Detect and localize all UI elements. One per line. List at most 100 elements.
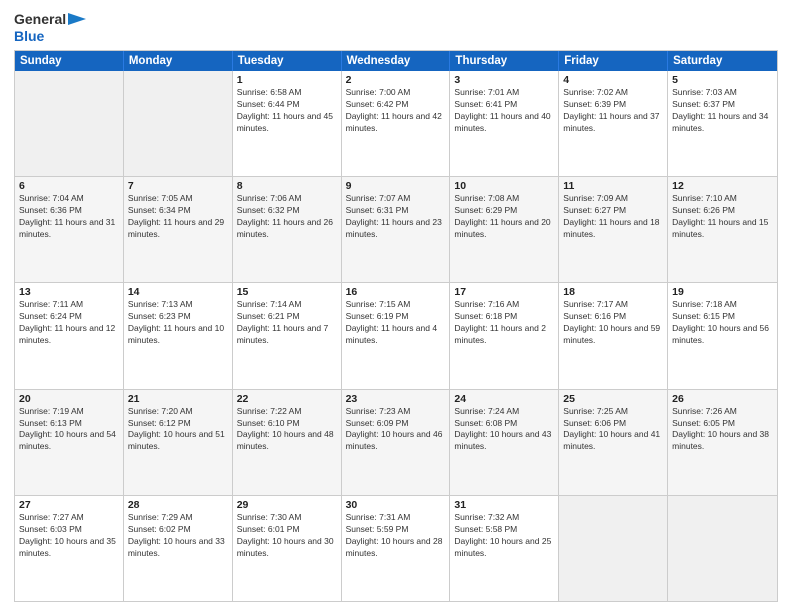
- logo-general-text: General: [14, 11, 66, 27]
- day-cell-24: 24 Sunrise: 7:24 AMSunset: 6:08 PMDaylig…: [450, 390, 559, 495]
- day-cell-25: 25 Sunrise: 7:25 AMSunset: 6:06 PMDaylig…: [559, 390, 668, 495]
- day-info: Sunrise: 7:29 AMSunset: 6:02 PMDaylight:…: [128, 512, 228, 560]
- day-info: Sunrise: 7:08 AMSunset: 6:29 PMDaylight:…: [454, 193, 554, 241]
- day-info: Sunrise: 7:00 AMSunset: 6:42 PMDaylight:…: [346, 87, 446, 135]
- day-cell-22: 22 Sunrise: 7:22 AMSunset: 6:10 PMDaylig…: [233, 390, 342, 495]
- day-cell-10: 10 Sunrise: 7:08 AMSunset: 6:29 PMDaylig…: [450, 177, 559, 282]
- day-info: Sunrise: 7:31 AMSunset: 5:59 PMDaylight:…: [346, 512, 446, 560]
- day-info: Sunrise: 7:13 AMSunset: 6:23 PMDaylight:…: [128, 299, 228, 347]
- day-number: 5: [672, 74, 773, 86]
- empty-cell: [15, 71, 124, 176]
- day-number: 20: [19, 393, 119, 405]
- day-cell-21: 21 Sunrise: 7:20 AMSunset: 6:12 PMDaylig…: [124, 390, 233, 495]
- page: General Blue SundayMondayTuesdayWednesda…: [0, 0, 792, 612]
- logo-blue-text: Blue: [14, 28, 44, 44]
- day-number: 21: [128, 393, 228, 405]
- calendar: SundayMondayTuesdayWednesdayThursdayFrid…: [14, 50, 778, 602]
- day-info: Sunrise: 7:20 AMSunset: 6:12 PMDaylight:…: [128, 406, 228, 454]
- logo: General Blue: [14, 10, 86, 44]
- day-info: Sunrise: 7:25 AMSunset: 6:06 PMDaylight:…: [563, 406, 663, 454]
- day-number: 30: [346, 499, 446, 511]
- day-number: 28: [128, 499, 228, 511]
- day-info: Sunrise: 7:02 AMSunset: 6:39 PMDaylight:…: [563, 87, 663, 135]
- day-cell-8: 8 Sunrise: 7:06 AMSunset: 6:32 PMDayligh…: [233, 177, 342, 282]
- day-cell-7: 7 Sunrise: 7:05 AMSunset: 6:34 PMDayligh…: [124, 177, 233, 282]
- day-number: 19: [672, 286, 773, 298]
- day-cell-16: 16 Sunrise: 7:15 AMSunset: 6:19 PMDaylig…: [342, 283, 451, 388]
- day-cell-28: 28 Sunrise: 7:29 AMSunset: 6:02 PMDaylig…: [124, 496, 233, 601]
- empty-cell: [124, 71, 233, 176]
- day-info: Sunrise: 7:06 AMSunset: 6:32 PMDaylight:…: [237, 193, 337, 241]
- day-cell-17: 17 Sunrise: 7:16 AMSunset: 6:18 PMDaylig…: [450, 283, 559, 388]
- day-info: Sunrise: 7:16 AMSunset: 6:18 PMDaylight:…: [454, 299, 554, 347]
- day-info: Sunrise: 7:19 AMSunset: 6:13 PMDaylight:…: [19, 406, 119, 454]
- day-info: Sunrise: 7:11 AMSunset: 6:24 PMDaylight:…: [19, 299, 119, 347]
- day-cell-20: 20 Sunrise: 7:19 AMSunset: 6:13 PMDaylig…: [15, 390, 124, 495]
- header-day-wednesday: Wednesday: [342, 51, 451, 71]
- day-info: Sunrise: 7:23 AMSunset: 6:09 PMDaylight:…: [346, 406, 446, 454]
- day-cell-19: 19 Sunrise: 7:18 AMSunset: 6:15 PMDaylig…: [668, 283, 777, 388]
- day-number: 18: [563, 286, 663, 298]
- day-number: 26: [672, 393, 773, 405]
- header-day-sunday: Sunday: [15, 51, 124, 71]
- day-cell-5: 5 Sunrise: 7:03 AMSunset: 6:37 PMDayligh…: [668, 71, 777, 176]
- day-cell-4: 4 Sunrise: 7:02 AMSunset: 6:39 PMDayligh…: [559, 71, 668, 176]
- day-info: Sunrise: 6:58 AMSunset: 6:44 PMDaylight:…: [237, 87, 337, 135]
- day-cell-15: 15 Sunrise: 7:14 AMSunset: 6:21 PMDaylig…: [233, 283, 342, 388]
- day-number: 9: [346, 180, 446, 192]
- day-number: 12: [672, 180, 773, 192]
- day-cell-2: 2 Sunrise: 7:00 AMSunset: 6:42 PMDayligh…: [342, 71, 451, 176]
- day-cell-9: 9 Sunrise: 7:07 AMSunset: 6:31 PMDayligh…: [342, 177, 451, 282]
- day-number: 3: [454, 74, 554, 86]
- day-number: 29: [237, 499, 337, 511]
- day-number: 11: [563, 180, 663, 192]
- week-row-4: 20 Sunrise: 7:19 AMSunset: 6:13 PMDaylig…: [15, 389, 777, 495]
- day-number: 15: [237, 286, 337, 298]
- week-row-1: 1 Sunrise: 6:58 AMSunset: 6:44 PMDayligh…: [15, 71, 777, 176]
- day-number: 13: [19, 286, 119, 298]
- day-info: Sunrise: 7:05 AMSunset: 6:34 PMDaylight:…: [128, 193, 228, 241]
- day-info: Sunrise: 7:17 AMSunset: 6:16 PMDaylight:…: [563, 299, 663, 347]
- day-cell-12: 12 Sunrise: 7:10 AMSunset: 6:26 PMDaylig…: [668, 177, 777, 282]
- day-number: 17: [454, 286, 554, 298]
- day-number: 2: [346, 74, 446, 86]
- week-row-3: 13 Sunrise: 7:11 AMSunset: 6:24 PMDaylig…: [15, 282, 777, 388]
- day-cell-14: 14 Sunrise: 7:13 AMSunset: 6:23 PMDaylig…: [124, 283, 233, 388]
- day-number: 7: [128, 180, 228, 192]
- day-cell-1: 1 Sunrise: 6:58 AMSunset: 6:44 PMDayligh…: [233, 71, 342, 176]
- day-number: 16: [346, 286, 446, 298]
- day-info: Sunrise: 7:26 AMSunset: 6:05 PMDaylight:…: [672, 406, 773, 454]
- day-info: Sunrise: 7:01 AMSunset: 6:41 PMDaylight:…: [454, 87, 554, 135]
- day-info: Sunrise: 7:07 AMSunset: 6:31 PMDaylight:…: [346, 193, 446, 241]
- day-number: 31: [454, 499, 554, 511]
- calendar-body: 1 Sunrise: 6:58 AMSunset: 6:44 PMDayligh…: [15, 71, 777, 601]
- day-info: Sunrise: 7:14 AMSunset: 6:21 PMDaylight:…: [237, 299, 337, 347]
- day-cell-11: 11 Sunrise: 7:09 AMSunset: 6:27 PMDaylig…: [559, 177, 668, 282]
- day-cell-27: 27 Sunrise: 7:27 AMSunset: 6:03 PMDaylig…: [15, 496, 124, 601]
- day-cell-23: 23 Sunrise: 7:23 AMSunset: 6:09 PMDaylig…: [342, 390, 451, 495]
- day-number: 1: [237, 74, 337, 86]
- day-info: Sunrise: 7:22 AMSunset: 6:10 PMDaylight:…: [237, 406, 337, 454]
- empty-cell: [559, 496, 668, 601]
- day-cell-18: 18 Sunrise: 7:17 AMSunset: 6:16 PMDaylig…: [559, 283, 668, 388]
- day-cell-13: 13 Sunrise: 7:11 AMSunset: 6:24 PMDaylig…: [15, 283, 124, 388]
- day-number: 4: [563, 74, 663, 86]
- day-info: Sunrise: 7:30 AMSunset: 6:01 PMDaylight:…: [237, 512, 337, 560]
- day-number: 14: [128, 286, 228, 298]
- day-cell-6: 6 Sunrise: 7:04 AMSunset: 6:36 PMDayligh…: [15, 177, 124, 282]
- day-cell-26: 26 Sunrise: 7:26 AMSunset: 6:05 PMDaylig…: [668, 390, 777, 495]
- day-info: Sunrise: 7:15 AMSunset: 6:19 PMDaylight:…: [346, 299, 446, 347]
- empty-cell: [668, 496, 777, 601]
- day-number: 10: [454, 180, 554, 192]
- day-info: Sunrise: 7:24 AMSunset: 6:08 PMDaylight:…: [454, 406, 554, 454]
- day-info: Sunrise: 7:27 AMSunset: 6:03 PMDaylight:…: [19, 512, 119, 560]
- header-day-saturday: Saturday: [668, 51, 777, 71]
- day-cell-30: 30 Sunrise: 7:31 AMSunset: 5:59 PMDaylig…: [342, 496, 451, 601]
- header-day-monday: Monday: [124, 51, 233, 71]
- day-number: 27: [19, 499, 119, 511]
- day-info: Sunrise: 7:09 AMSunset: 6:27 PMDaylight:…: [563, 193, 663, 241]
- header: General Blue: [14, 10, 778, 44]
- day-number: 6: [19, 180, 119, 192]
- day-info: Sunrise: 7:04 AMSunset: 6:36 PMDaylight:…: [19, 193, 119, 241]
- day-info: Sunrise: 7:32 AMSunset: 5:58 PMDaylight:…: [454, 512, 554, 560]
